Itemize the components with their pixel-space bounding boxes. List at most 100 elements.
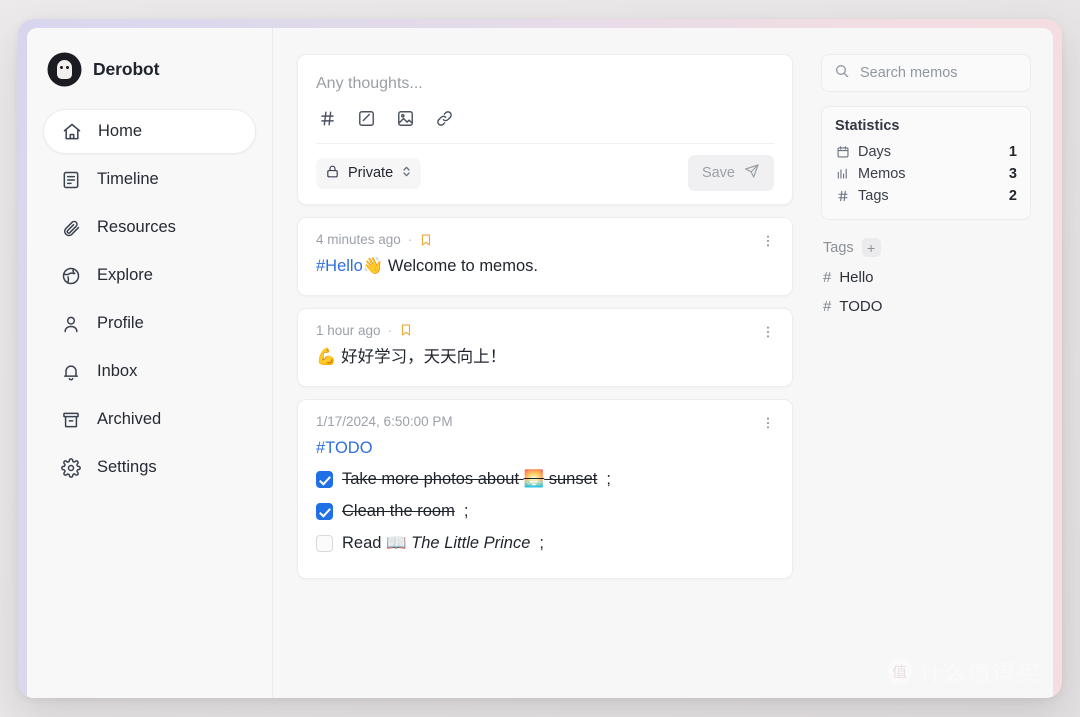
hashtag-icon [835,189,850,204]
statistics-label: Tags [858,188,1001,204]
memo-tag-link[interactable]: #Hello [316,257,363,275]
memo-body: #TODO Take more photos about 🌅 sunset; C… [316,436,774,556]
sidebar-item-profile[interactable]: Profile [43,301,256,346]
todo-label: Read 📖 The Little Prince [342,531,530,556]
sidebar-item-settings[interactable]: Settings [43,445,256,490]
sidebar-item-label: Home [98,122,142,141]
sidebar-item-label: Settings [97,458,157,477]
app-surface: Derobot Home Timeline [27,28,1053,698]
memo-timestamp: 1/17/2024, 6:50:00 PM [316,414,453,429]
statistics-title: Statistics [835,118,1017,134]
memo-menu-icon[interactable] [758,322,778,342]
link-icon[interactable] [433,107,455,129]
tag-label: TODO [839,298,882,315]
memo-editor[interactable]: Any thoughts... [297,54,793,205]
bar-chart-icon [835,167,850,182]
editor-footer: Private Save [316,144,774,204]
brand-header[interactable]: Derobot [43,50,256,85]
sidebar-item-label: Resources [97,218,176,237]
tag-item-todo[interactable]: # TODO [821,292,1031,321]
brand-name: Derobot [93,59,159,80]
statistics-row-tags[interactable]: Tags 2 [835,185,1017,207]
sidebar-item-explore[interactable]: Explore [43,253,256,298]
hashtag-icon: # [823,269,831,286]
statistics-label: Days [858,144,1001,160]
todo-checkbox[interactable] [316,535,333,552]
sidebar-item-label: Explore [97,266,153,285]
memo-list: Any thoughts... [297,54,793,579]
visibility-label: Private [348,165,393,181]
tags-header: Tags + [821,238,1031,257]
memo-tag-link[interactable]: #TODO [316,439,373,457]
statistics-card: Statistics Days 1 Memos 3 [821,106,1031,220]
paperclip-icon [60,217,81,238]
memo-separator: · [408,232,413,247]
bookmark-icon[interactable] [399,323,413,337]
todo-tail: ; [464,499,469,524]
memo-separator: · [388,323,393,338]
globe-icon [60,265,81,286]
statistics-row-days[interactable]: Days 1 [835,141,1017,163]
sidebar-item-label: Timeline [97,170,159,189]
hashtag-icon: # [823,298,831,315]
bookmark-icon[interactable] [419,233,433,247]
left-sidebar: Derobot Home Timeline [27,28,273,698]
right-sidebar: Statistics Days 1 Memos 3 [821,28,1053,698]
sidebar-item-home[interactable]: Home [43,109,256,154]
memo-body: 💪 好好学习，天天向上！ [316,345,774,370]
statistics-row-memos[interactable]: Memos 3 [835,163,1017,185]
chevron-up-down-icon [401,164,412,183]
memo-header: 4 minutes ago · [316,232,774,247]
memo-menu-icon[interactable] [758,231,778,251]
tag-item-hello[interactable]: # Hello [821,263,1031,292]
search-box[interactable] [821,54,1031,92]
save-button-label: Save [702,165,735,181]
gear-icon [60,457,81,478]
todo-checkbox[interactable] [316,471,333,488]
sidebar-item-inbox[interactable]: Inbox [43,349,256,394]
timeline-icon [60,169,81,190]
archive-icon [60,409,81,430]
main-content: Any thoughts... [273,28,821,698]
statistics-value: 2 [1009,188,1017,204]
statistics-value: 1 [1009,144,1017,160]
checkbox-task-icon[interactable] [355,107,377,129]
todo-item[interactable]: Take more photos about 🌅 sunset; [316,467,774,492]
memo-card[interactable]: 1 hour ago · 💪 好好学习，天天向上！ [297,308,793,387]
memo-text: Welcome to memos. [388,257,538,275]
memo-emoji: 👋 [363,256,384,275]
todo-tail: ; [539,531,544,556]
calendar-icon [835,145,850,160]
user-icon [60,313,81,334]
hashtag-icon[interactable] [316,107,338,129]
sidebar-item-label: Profile [97,314,144,333]
memo-card[interactable]: 4 minutes ago · #Hello👋 Welcome to memos… [297,217,793,296]
app-window: Derobot Home Timeline [18,19,1062,698]
tags-title: Tags [823,240,854,256]
memo-card[interactable]: 1/17/2024, 6:50:00 PM #TODO Take more ph… [297,399,793,579]
lock-icon [325,164,340,183]
todo-checkbox[interactable] [316,503,333,520]
todo-tail: ; [606,467,611,492]
memo-body: #Hello👋 Welcome to memos. [316,254,774,279]
search-icon [834,63,850,84]
memo-emoji: 💪 [316,347,337,366]
memo-menu-icon[interactable] [758,413,778,433]
sidebar-item-archived[interactable]: Archived [43,397,256,442]
todo-item[interactable]: Read 📖 The Little Prince; [316,531,774,556]
sidebar-item-label: Inbox [97,362,137,381]
sidebar-item-resources[interactable]: Resources [43,205,256,250]
ghost-avatar-icon [49,54,80,85]
bell-icon [60,361,81,382]
save-button[interactable]: Save [688,155,774,191]
memo-header: 1/17/2024, 6:50:00 PM [316,414,774,429]
tag-label: Hello [839,269,873,286]
editor-placeholder[interactable]: Any thoughts... [316,71,774,107]
todo-italic: The Little Prince [411,534,530,552]
image-icon[interactable] [394,107,416,129]
todo-item[interactable]: Clean the room; [316,499,774,524]
search-input[interactable] [860,65,1018,81]
sidebar-item-timeline[interactable]: Timeline [43,157,256,202]
visibility-selector[interactable]: Private [316,158,421,189]
add-tag-button[interactable]: + [862,238,881,257]
